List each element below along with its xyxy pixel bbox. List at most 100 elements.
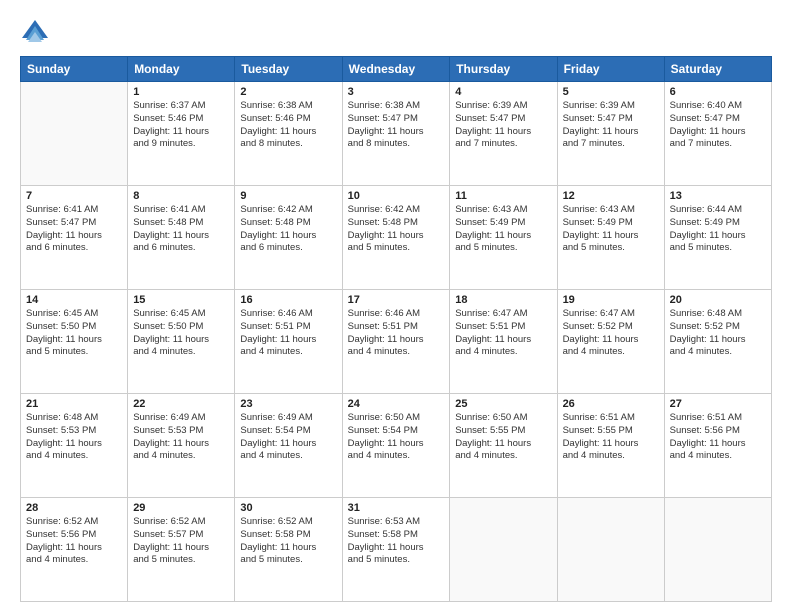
- day-number: 27: [670, 398, 766, 410]
- day-number: 29: [133, 502, 229, 514]
- day-info: Sunrise: 6:41 AM Sunset: 5:48 PM Dayligh…: [133, 204, 229, 255]
- calendar-cell: 20 Sunrise: 6:48 AM Sunset: 5:52 PM Dayli…: [664, 290, 771, 394]
- weekday-header-tuesday: Tuesday: [235, 57, 342, 82]
- day-info: Sunrise: 6:46 AM Sunset: 5:51 PM Dayligh…: [240, 308, 336, 359]
- day-info: Sunrise: 6:50 AM Sunset: 5:54 PM Dayligh…: [348, 412, 445, 463]
- day-info: Sunrise: 6:48 AM Sunset: 5:53 PM Dayligh…: [26, 412, 122, 463]
- calendar-cell: 15 Sunrise: 6:45 AM Sunset: 5:50 PM Dayli…: [128, 290, 235, 394]
- calendar-cell: 27 Sunrise: 6:51 AM Sunset: 5:56 PM Dayli…: [664, 394, 771, 498]
- calendar-cell: 24 Sunrise: 6:50 AM Sunset: 5:54 PM Dayli…: [342, 394, 450, 498]
- day-number: 30: [240, 502, 336, 514]
- calendar-cell: 25 Sunrise: 6:50 AM Sunset: 5:55 PM Dayli…: [450, 394, 557, 498]
- day-number: 17: [348, 294, 445, 306]
- day-info: Sunrise: 6:46 AM Sunset: 5:51 PM Dayligh…: [348, 308, 445, 359]
- day-info: Sunrise: 6:51 AM Sunset: 5:56 PM Dayligh…: [670, 412, 766, 463]
- calendar-week-3: 14 Sunrise: 6:45 AM Sunset: 5:50 PM Dayli…: [21, 290, 772, 394]
- day-number: 3: [348, 86, 445, 98]
- logo-icon: [20, 18, 50, 46]
- day-info: Sunrise: 6:48 AM Sunset: 5:52 PM Dayligh…: [670, 308, 766, 359]
- day-info: Sunrise: 6:43 AM Sunset: 5:49 PM Dayligh…: [563, 204, 659, 255]
- calendar-cell: 1Sunrise: 6:37 AM Sunset: 5:46 PM Daylig…: [128, 82, 235, 186]
- day-info: Sunrise: 6:39 AM Sunset: 5:47 PM Dayligh…: [455, 100, 551, 151]
- day-number: 1: [133, 86, 229, 98]
- weekday-row: SundayMondayTuesdayWednesdayThursdayFrid…: [21, 57, 772, 82]
- day-info: Sunrise: 6:45 AM Sunset: 5:50 PM Dayligh…: [26, 308, 122, 359]
- calendar-cell: 10 Sunrise: 6:42 AM Sunset: 5:48 PM Dayli…: [342, 186, 450, 290]
- day-number: 20: [670, 294, 766, 306]
- day-number: 12: [563, 190, 659, 202]
- calendar-cell: 28Sunrise: 6:52 AM Sunset: 5:56 PM Dayli…: [21, 498, 128, 602]
- calendar-cell: 18 Sunrise: 6:47 AM Sunset: 5:51 PM Dayli…: [450, 290, 557, 394]
- calendar-cell: 14 Sunrise: 6:45 AM Sunset: 5:50 PM Dayli…: [21, 290, 128, 394]
- calendar-cell: 8 Sunrise: 6:41 AM Sunset: 5:48 PM Daylig…: [128, 186, 235, 290]
- day-info: Sunrise: 6:38 AM Sunset: 5:46 PM Dayligh…: [240, 100, 336, 151]
- calendar-cell: 4 Sunrise: 6:39 AM Sunset: 5:47 PM Daylig…: [450, 82, 557, 186]
- day-info: Sunrise: 6:52 AM Sunset: 5:58 PM Dayligh…: [240, 516, 336, 567]
- day-number: 4: [455, 86, 551, 98]
- day-info: Sunrise: 6:42 AM Sunset: 5:48 PM Dayligh…: [348, 204, 445, 255]
- calendar-week-1: 1Sunrise: 6:37 AM Sunset: 5:46 PM Daylig…: [21, 82, 772, 186]
- calendar-cell: 19 Sunrise: 6:47 AM Sunset: 5:52 PM Dayli…: [557, 290, 664, 394]
- day-info: Sunrise: 6:47 AM Sunset: 5:51 PM Dayligh…: [455, 308, 551, 359]
- day-number: 6: [670, 86, 766, 98]
- day-info: Sunrise: 6:49 AM Sunset: 5:54 PM Dayligh…: [240, 412, 336, 463]
- weekday-header-sunday: Sunday: [21, 57, 128, 82]
- calendar-cell: 3Sunrise: 6:38 AM Sunset: 5:47 PM Daylig…: [342, 82, 450, 186]
- calendar-cell: [557, 498, 664, 602]
- calendar-cell: 30 Sunrise: 6:52 AM Sunset: 5:58 PM Dayli…: [235, 498, 342, 602]
- calendar-cell: 13 Sunrise: 6:44 AM Sunset: 5:49 PM Dayli…: [664, 186, 771, 290]
- weekday-header-wednesday: Wednesday: [342, 57, 450, 82]
- day-number: 26: [563, 398, 659, 410]
- calendar-header: SundayMondayTuesdayWednesdayThursdayFrid…: [21, 57, 772, 82]
- day-number: 31: [348, 502, 445, 514]
- day-number: 14: [26, 294, 122, 306]
- day-info: Sunrise: 6:43 AM Sunset: 5:49 PM Dayligh…: [455, 204, 551, 255]
- day-info: Sunrise: 6:45 AM Sunset: 5:50 PM Dayligh…: [133, 308, 229, 359]
- calendar-cell: 11Sunrise: 6:43 AM Sunset: 5:49 PM Dayli…: [450, 186, 557, 290]
- calendar-week-5: 28Sunrise: 6:52 AM Sunset: 5:56 PM Dayli…: [21, 498, 772, 602]
- weekday-header-friday: Friday: [557, 57, 664, 82]
- day-number: 5: [563, 86, 659, 98]
- logo: [20, 18, 56, 46]
- day-number: 21: [26, 398, 122, 410]
- day-number: 7: [26, 190, 122, 202]
- day-number: 8: [133, 190, 229, 202]
- day-number: 19: [563, 294, 659, 306]
- day-number: 24: [348, 398, 445, 410]
- weekday-header-monday: Monday: [128, 57, 235, 82]
- weekday-header-thursday: Thursday: [450, 57, 557, 82]
- calendar-cell: 7 Sunrise: 6:41 AM Sunset: 5:47 PM Daylig…: [21, 186, 128, 290]
- calendar-cell: 31Sunrise: 6:53 AM Sunset: 5:58 PM Dayli…: [342, 498, 450, 602]
- calendar-cell: [21, 82, 128, 186]
- day-info: Sunrise: 6:40 AM Sunset: 5:47 PM Dayligh…: [670, 100, 766, 151]
- calendar-cell: 12 Sunrise: 6:43 AM Sunset: 5:49 PM Dayli…: [557, 186, 664, 290]
- day-number: 18: [455, 294, 551, 306]
- calendar-body: 1Sunrise: 6:37 AM Sunset: 5:46 PM Daylig…: [21, 82, 772, 602]
- calendar-table: SundayMondayTuesdayWednesdayThursdayFrid…: [20, 56, 772, 602]
- day-number: 16: [240, 294, 336, 306]
- day-info: Sunrise: 6:41 AM Sunset: 5:47 PM Dayligh…: [26, 204, 122, 255]
- calendar-cell: 21 Sunrise: 6:48 AM Sunset: 5:53 PM Dayli…: [21, 394, 128, 498]
- day-number: 10: [348, 190, 445, 202]
- day-info: Sunrise: 6:42 AM Sunset: 5:48 PM Dayligh…: [240, 204, 336, 255]
- calendar-cell: 17 Sunrise: 6:46 AM Sunset: 5:51 PM Dayli…: [342, 290, 450, 394]
- calendar-cell: [664, 498, 771, 602]
- day-number: 15: [133, 294, 229, 306]
- day-number: 9: [240, 190, 336, 202]
- day-info: Sunrise: 6:44 AM Sunset: 5:49 PM Dayligh…: [670, 204, 766, 255]
- calendar-cell: 23Sunrise: 6:49 AM Sunset: 5:54 PM Dayli…: [235, 394, 342, 498]
- calendar-cell: 26Sunrise: 6:51 AM Sunset: 5:55 PM Dayli…: [557, 394, 664, 498]
- header: [20, 18, 772, 46]
- calendar-week-4: 21 Sunrise: 6:48 AM Sunset: 5:53 PM Dayli…: [21, 394, 772, 498]
- day-info: Sunrise: 6:39 AM Sunset: 5:47 PM Dayligh…: [563, 100, 659, 151]
- calendar-cell: 29Sunrise: 6:52 AM Sunset: 5:57 PM Dayli…: [128, 498, 235, 602]
- day-info: Sunrise: 6:52 AM Sunset: 5:56 PM Dayligh…: [26, 516, 122, 567]
- day-number: 22: [133, 398, 229, 410]
- day-info: Sunrise: 6:50 AM Sunset: 5:55 PM Dayligh…: [455, 412, 551, 463]
- calendar-cell: 22Sunrise: 6:49 AM Sunset: 5:53 PM Dayli…: [128, 394, 235, 498]
- day-number: 2: [240, 86, 336, 98]
- day-number: 13: [670, 190, 766, 202]
- calendar-cell: 16 Sunrise: 6:46 AM Sunset: 5:51 PM Dayli…: [235, 290, 342, 394]
- day-info: Sunrise: 6:47 AM Sunset: 5:52 PM Dayligh…: [563, 308, 659, 359]
- day-number: 25: [455, 398, 551, 410]
